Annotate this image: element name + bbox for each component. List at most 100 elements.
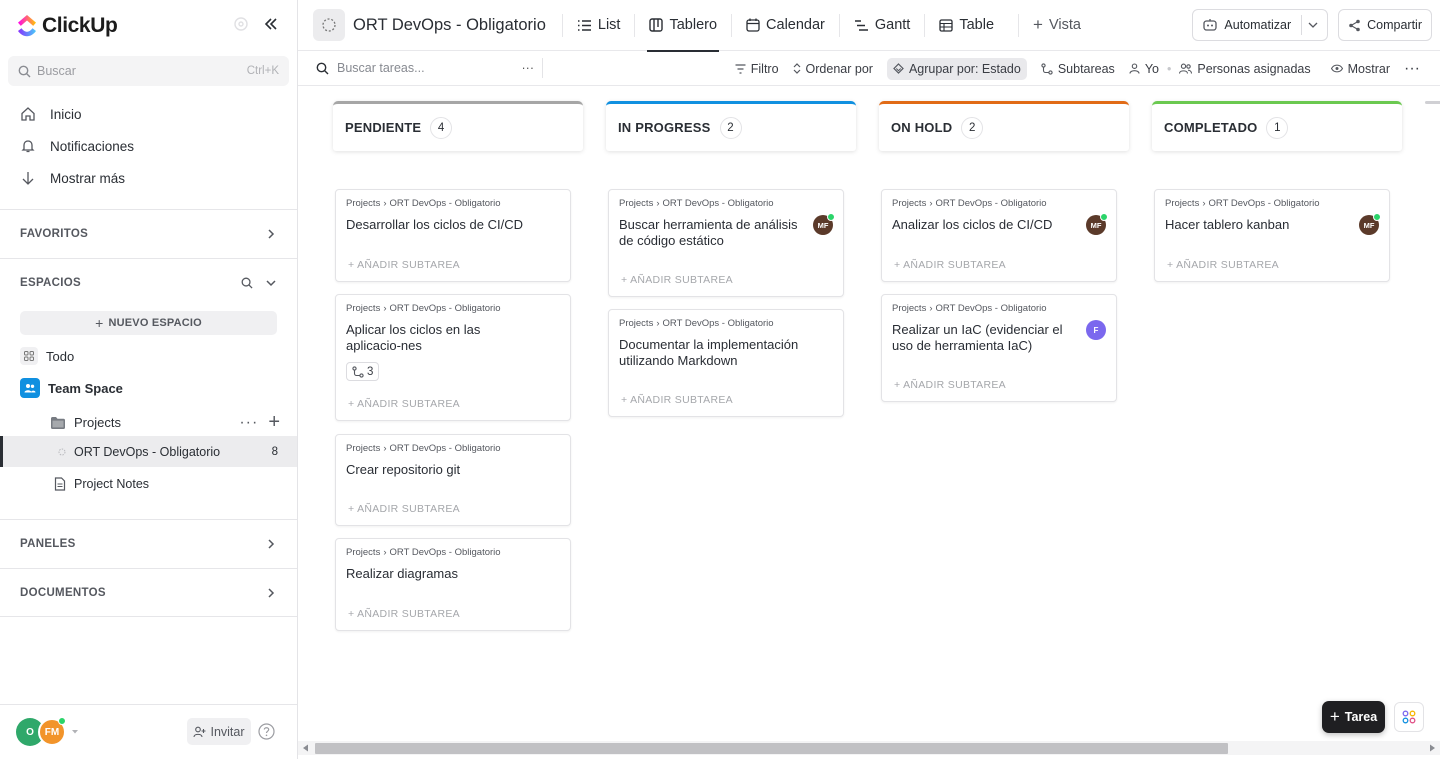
separator-dot: • — [1166, 61, 1172, 76]
add-subtask-button[interactable]: + AÑADIR SUBTAREA — [894, 379, 1006, 391]
sidebar-item-list[interactable]: ORT DevOps - Obligatorio 8 — [58, 445, 278, 459]
users-icon — [1179, 63, 1193, 74]
section-espacios[interactable]: ESPACIOS — [0, 258, 297, 307]
tab-list[interactable]: List — [565, 0, 633, 51]
me-filter-label: Yo — [1144, 61, 1159, 76]
column-header[interactable]: IN PROGRESS 2 — [606, 101, 856, 151]
plus-icon[interactable]: + — [268, 411, 280, 434]
task-title[interactable]: Aplicar los ciclos en las aplicacio-nes — [346, 322, 560, 354]
chevron-down-icon[interactable] — [1308, 21, 1318, 29]
column-header[interactable]: ON HOLD 2 — [879, 101, 1129, 151]
filter-button[interactable]: Filtro — [735, 62, 779, 76]
task-card[interactable]: Projects › ORT DevOps - Obligatorio Analiz… — [881, 189, 1117, 282]
assignee-avatar[interactable]: MF — [1359, 213, 1381, 235]
chevron-right-icon[interactable] — [265, 587, 277, 599]
chevron-down-icon[interactable] — [71, 729, 79, 735]
subtask-count-badge[interactable]: 3 — [346, 362, 380, 381]
task-title[interactable]: Analizar los ciclos de CI/CD — [892, 217, 1106, 233]
section-paneles[interactable]: PANELES — [0, 519, 297, 568]
tab-calendar[interactable]: Calendar — [734, 0, 837, 51]
share-button[interactable]: Compartir — [1338, 9, 1432, 41]
task-title[interactable]: Realizar un IaC (evidenciar el uso de he… — [892, 322, 1106, 354]
column-header[interactable]: PENDIENTE 4 — [333, 101, 583, 151]
assignee-avatar[interactable]: F — [1086, 320, 1106, 340]
assignee-initials: MF — [1090, 220, 1102, 230]
tab-gantt[interactable]: Gantt — [842, 0, 922, 51]
task-card[interactable]: Projects › ORT DevOps - Obligatorio Desarr… — [335, 189, 571, 282]
column-header[interactable]: COMPLETADO 1 — [1152, 101, 1402, 151]
scroll-left-icon[interactable] — [302, 744, 309, 752]
home-icon — [21, 107, 35, 121]
add-subtask-button[interactable]: + AÑADIR SUBTAREA — [621, 394, 733, 406]
breadcrumb-list: ORT DevOps - Obligatorio — [389, 443, 501, 454]
tab-tablero-label: Tablero — [669, 17, 718, 33]
task-title[interactable]: Documentar la implementación utilizando … — [619, 337, 833, 369]
sidebar-item-team-space[interactable]: Team Space — [20, 378, 123, 398]
sidebar-search[interactable]: Buscar Ctrl+K — [8, 56, 289, 86]
chevron-right-icon[interactable] — [265, 538, 277, 550]
chevron-down-icon[interactable] — [265, 277, 277, 289]
section-documentos[interactable]: DOCUMENTOS — [0, 568, 297, 617]
subtask-icon — [1041, 62, 1053, 75]
task-card[interactable]: Projects › ORT DevOps - Obligatorio Docume… — [608, 309, 844, 417]
nav-inicio[interactable]: Inicio — [20, 106, 82, 122]
sidebar-item-todo[interactable]: Todo — [20, 347, 74, 365]
task-title[interactable]: Desarrollar los ciclos de CI/CD — [346, 217, 560, 233]
plus-icon: + — [1329, 707, 1340, 726]
task-title[interactable]: Hacer tablero kanban — [1165, 217, 1379, 233]
task-title[interactable]: Realizar diagramas — [346, 566, 560, 582]
sidebar-item-project-notes[interactable]: Project Notes — [54, 477, 149, 491]
add-task-button[interactable]: + Tarea — [1322, 701, 1385, 733]
more-icon[interactable]: ··· — [239, 414, 258, 432]
task-card[interactable]: Projects › ORT DevOps - Obligatorio Crear … — [335, 434, 571, 526]
more-icon[interactable]: ··· — [522, 61, 535, 75]
task-card[interactable]: Projects › ORT DevOps - Obligatorio Hacer … — [1154, 189, 1390, 282]
automate-button[interactable]: Automatizar — [1192, 9, 1329, 41]
help-icon[interactable] — [258, 723, 275, 740]
scroll-right-icon[interactable] — [1429, 744, 1436, 752]
add-subtask-button[interactable]: + AÑADIR SUBTAREA — [1167, 259, 1279, 271]
add-subtask-button[interactable]: + AÑADIR SUBTAREA — [348, 398, 460, 410]
subtasks-button[interactable]: Subtareas — [1041, 62, 1115, 76]
more-icon[interactable]: ··· — [1404, 60, 1420, 78]
apps-button[interactable] — [1394, 702, 1424, 732]
me-filter-button[interactable]: Yo — [1129, 62, 1159, 76]
add-view-button[interactable]: + Vista — [1021, 0, 1093, 51]
section-favoritos[interactable]: FAVORITOS — [0, 209, 297, 258]
add-subtask-button[interactable]: + AÑADIR SUBTAREA — [348, 259, 460, 271]
assignee-avatar[interactable]: MF — [1086, 213, 1108, 235]
nav-notificaciones[interactable]: Notificaciones — [20, 138, 134, 154]
add-subtask-button[interactable]: + AÑADIR SUBTAREA — [348, 503, 460, 515]
task-card[interactable]: Projects › ORT DevOps - Obligatorio Aplica… — [335, 294, 571, 421]
add-subtask-button[interactable]: + AÑADIR SUBTAREA — [348, 608, 460, 620]
task-card[interactable]: Projects › ORT DevOps - Obligatorio Realiz… — [335, 538, 571, 631]
search-icon[interactable] — [241, 277, 253, 289]
settings-icon[interactable] — [233, 16, 249, 32]
tab-table[interactable]: Table — [927, 0, 1006, 51]
chevron-right-icon[interactable] — [265, 228, 277, 240]
assignees-button[interactable]: Personas asignadas — [1179, 62, 1311, 76]
list-status-button[interactable] — [313, 9, 345, 41]
add-subtask-button[interactable]: + AÑADIR SUBTAREA — [894, 259, 1006, 271]
collapse-sidebar-icon[interactable] — [263, 16, 279, 32]
column-title: IN PROGRESS — [618, 120, 711, 135]
header-bar: ORT DevOps - Obligatorio List Tablero Ca… — [298, 0, 1440, 52]
task-card[interactable]: Projects › ORT DevOps - Obligatorio Buscar… — [608, 189, 844, 297]
breadcrumb: Projects › ORT DevOps - Obligatorio — [346, 198, 560, 209]
task-card[interactable]: Projects › ORT DevOps - Obligatorio Realiz… — [881, 294, 1117, 402]
add-subtask-button[interactable]: + AÑADIR SUBTAREA — [621, 274, 733, 286]
tab-tablero[interactable]: Tablero — [637, 0, 729, 52]
task-title[interactable]: Crear repositorio git — [346, 462, 560, 478]
clickup-logo[interactable]: ClickUp — [16, 14, 118, 38]
show-button[interactable]: Mostrar — [1330, 62, 1390, 76]
invite-button[interactable]: Invitar — [187, 718, 251, 745]
group-by-button[interactable]: Agrupar por: Estado — [886, 57, 1027, 80]
sort-button[interactable]: Ordenar por — [793, 62, 873, 76]
scrollbar-thumb[interactable] — [315, 743, 1228, 754]
sidebar-item-projects[interactable]: Projects ··· + — [50, 411, 280, 434]
task-search-input[interactable]: Buscar tareas... ··· — [316, 61, 534, 75]
nav-mostrar-mas[interactable]: Mostrar más — [20, 170, 125, 186]
task-title[interactable]: Buscar herramienta de análisis de código… — [619, 217, 833, 249]
assignee-avatar[interactable]: MF — [813, 213, 835, 235]
new-space-button[interactable]: + NUEVO ESPACIO — [20, 311, 277, 335]
